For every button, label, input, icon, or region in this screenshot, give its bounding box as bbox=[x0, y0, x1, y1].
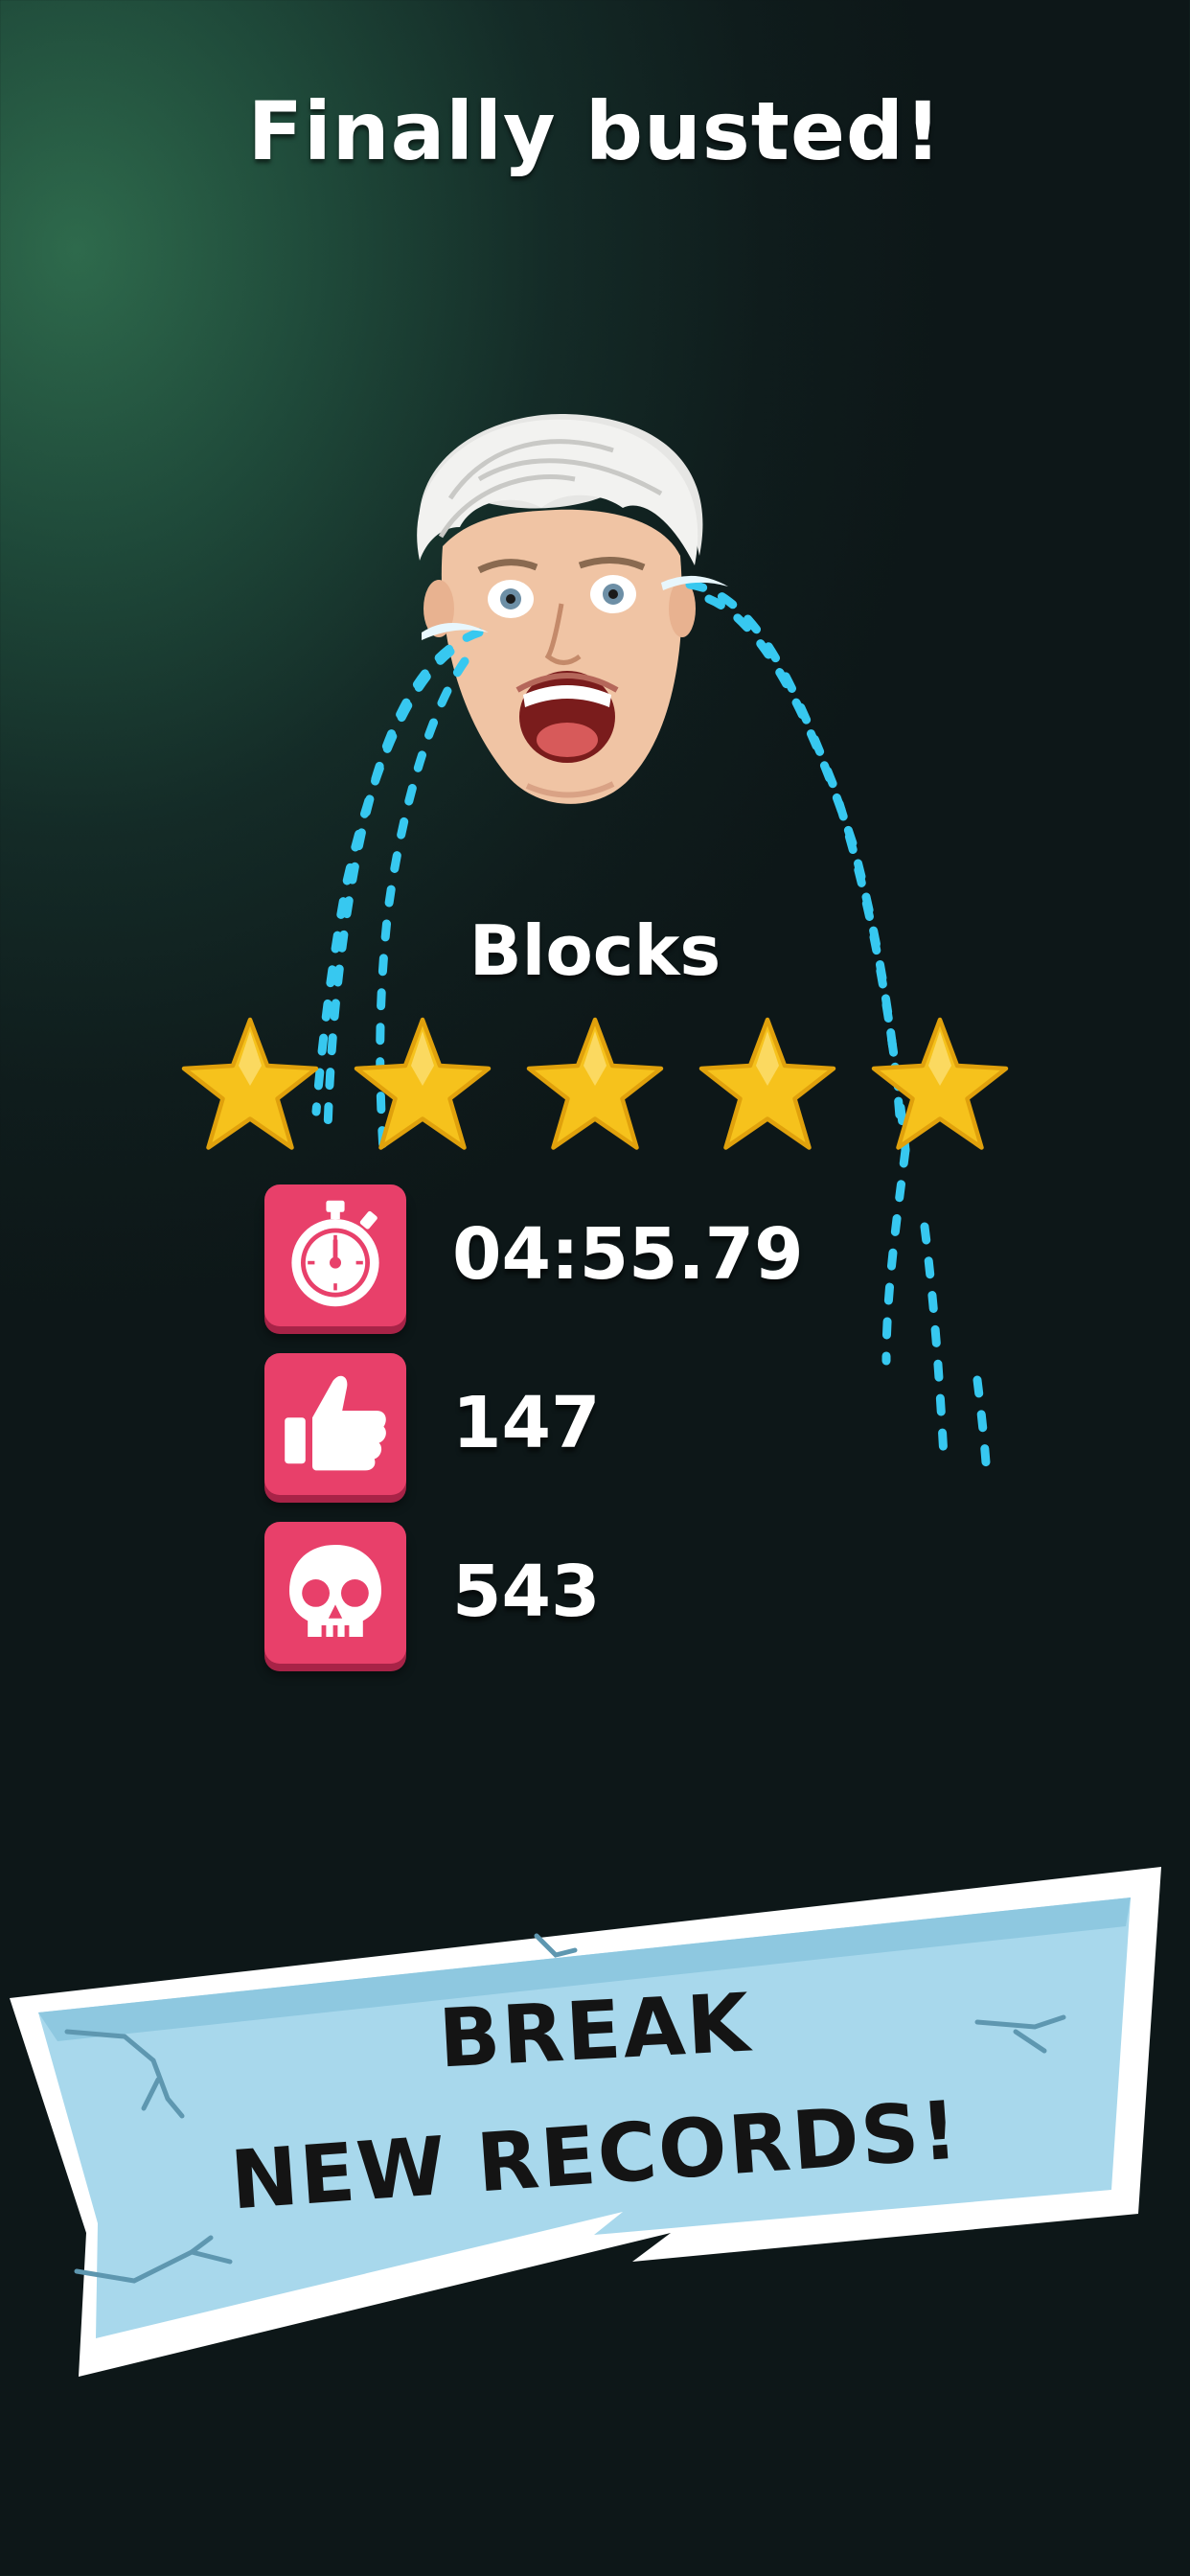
thumbs-up-icon bbox=[264, 1353, 406, 1495]
level-name: Blocks bbox=[469, 910, 721, 991]
stat-time-value: 04:55.79 bbox=[452, 1213, 804, 1296]
star-icon-2 bbox=[354, 1017, 492, 1150]
crying-face-character bbox=[417, 413, 703, 804]
star-icon-4 bbox=[698, 1017, 836, 1150]
stopwatch-icon bbox=[264, 1184, 406, 1326]
star-rating bbox=[178, 1014, 1012, 1158]
skull-icon bbox=[264, 1522, 406, 1664]
stat-likes-row: 147 bbox=[264, 1353, 935, 1497]
page-title: Finally busted! bbox=[247, 84, 943, 178]
stat-deaths-row: 543 bbox=[264, 1522, 935, 1666]
stat-likes-value: 147 bbox=[452, 1382, 601, 1464]
stat-deaths-value: 543 bbox=[452, 1551, 601, 1633]
star-icon-1 bbox=[181, 1017, 319, 1150]
star-icon-5 bbox=[871, 1017, 1009, 1150]
star-icon-3 bbox=[526, 1017, 664, 1150]
stat-time-row: 04:55.79 bbox=[264, 1184, 935, 1328]
